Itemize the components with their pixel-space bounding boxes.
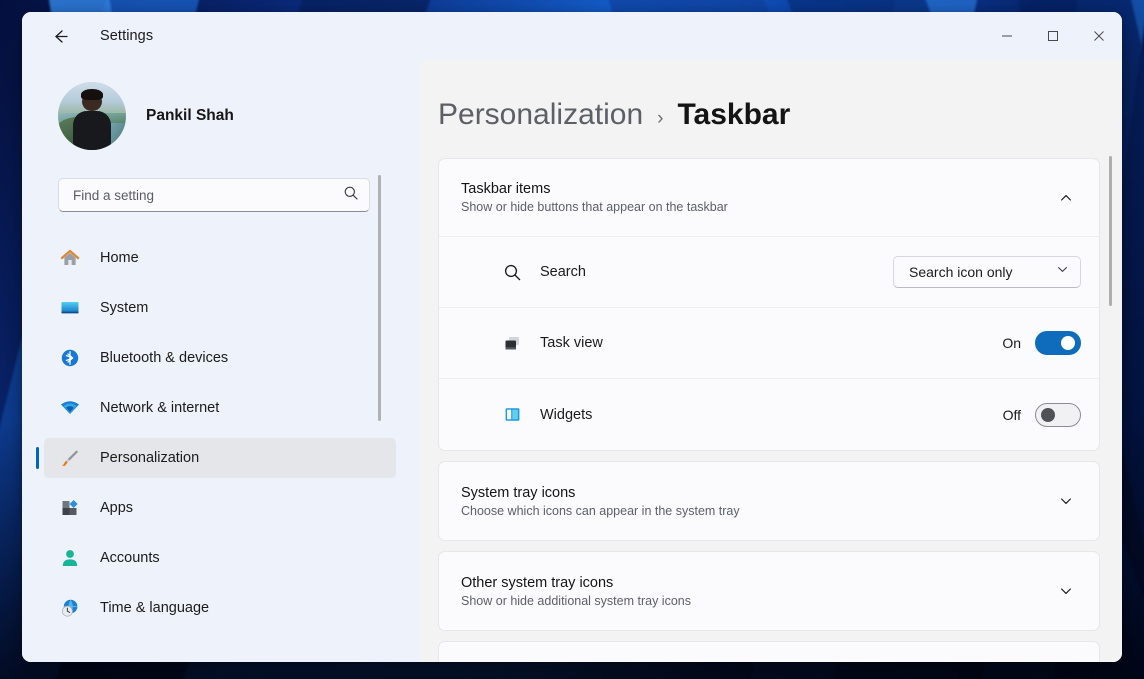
breadcrumb-parent[interactable]: Personalization [438, 98, 643, 132]
chevron-down-icon [1056, 263, 1069, 281]
card-taskbar-behaviors: Taskbar behaviors [438, 641, 1100, 662]
card-taskbar-items: Taskbar items Show or hide buttons that … [438, 158, 1100, 451]
account-name: Pankil Shah [146, 107, 234, 124]
setting-row-search: Search Search icon only [439, 237, 1099, 308]
card-title: Other system tray icons [461, 574, 614, 591]
wifi-icon [58, 396, 82, 420]
system-monitor-icon [58, 296, 82, 320]
widgets-toggle[interactable] [1035, 402, 1081, 427]
search-icon [343, 185, 359, 206]
sidebar-item-home[interactable]: Home [44, 238, 396, 278]
sidebar-item-label: Network & internet [100, 400, 220, 416]
sidebar-item-accounts[interactable]: Accounts [44, 538, 396, 578]
bluetooth-icon [58, 346, 82, 370]
maximize-icon[interactable] [1030, 12, 1076, 60]
sidebar-scrollbar[interactable] [378, 175, 381, 421]
sidebar-item-apps[interactable]: Apps [44, 488, 396, 528]
minimize-icon[interactable] [984, 12, 1030, 60]
avatar [58, 82, 126, 150]
account-block[interactable]: Pankil Shah [22, 60, 420, 172]
sidebar-nav: Home System Bluetooth & devices Network … [22, 238, 420, 662]
card-header-other-system-tray-icons[interactable]: Other system tray icons Show or hide add… [439, 552, 1099, 630]
setting-row-widgets: Widgets Off [439, 379, 1099, 450]
sidebar-item-time-language[interactable]: Time & language [44, 588, 396, 628]
sidebar-item-bluetooth[interactable]: Bluetooth & devices [44, 338, 396, 378]
close-icon[interactable] [1076, 12, 1122, 60]
window-title: Settings [100, 28, 154, 44]
settings-cards: Taskbar items Show or hide buttons that … [438, 158, 1100, 662]
main-content: Personalization › Taskbar Taskbar items … [420, 60, 1122, 662]
chevron-down-icon[interactable] [1051, 576, 1081, 606]
page-title: Taskbar [677, 98, 791, 131]
card-title: Taskbar items [461, 181, 551, 197]
card-other-system-tray-icons: Other system tray icons Show or hide add… [438, 551, 1100, 631]
dropdown-value: Search icon only [909, 264, 1013, 280]
search-mode-dropdown[interactable]: Search icon only [893, 256, 1081, 288]
sidebar-item-label: Personalization [100, 450, 200, 466]
search-icon [501, 261, 523, 283]
sidebar: Pankil Shah Find a setting Home System B… [22, 60, 420, 662]
card-subtitle: Choose which icons can appear in the sys… [461, 503, 740, 518]
task-view-icon [501, 332, 523, 354]
card-title: System tray icons [461, 484, 576, 501]
search-input[interactable] [73, 187, 343, 203]
sidebar-item-label: Home [100, 250, 139, 266]
chevron-up-icon[interactable] [1051, 183, 1081, 213]
chevron-right-icon: › [657, 108, 664, 129]
card-header-taskbar-items[interactable]: Taskbar items Show or hide buttons that … [439, 159, 1099, 237]
sidebar-item-label: Apps [100, 500, 134, 516]
account-person-icon [58, 546, 82, 570]
sidebar-item-system[interactable]: System [44, 288, 396, 328]
setting-label: Search [540, 264, 586, 280]
setting-label: Task view [540, 335, 603, 351]
card-subtitle: Show or hide buttons that appear on the … [461, 200, 728, 214]
apps-icon [58, 496, 82, 520]
home-icon [58, 246, 82, 270]
card-header-taskbar-behaviors[interactable]: Taskbar behaviors [439, 642, 1099, 662]
title-bar: Settings [22, 12, 1122, 60]
main-scrollbar[interactable] [1109, 156, 1112, 306]
toggle-state-label: On [1002, 335, 1021, 351]
sidebar-item-network[interactable]: Network & internet [44, 388, 396, 428]
sidebar-item-label: Accounts [100, 550, 160, 566]
task-view-toggle[interactable] [1035, 331, 1081, 355]
card-system-tray-icons: System tray icons Choose which icons can… [438, 461, 1100, 541]
window-controls [984, 12, 1122, 60]
clock-globe-icon [58, 596, 82, 620]
card-subtitle: Show or hide additional system tray icon… [461, 593, 691, 608]
search-box[interactable] [58, 178, 370, 212]
breadcrumb: Personalization › Taskbar [438, 60, 1122, 132]
sidebar-item-label: Time & language [100, 600, 210, 616]
toggle-state-label: Off [1002, 406, 1021, 423]
sidebar-item-label: Bluetooth & devices [100, 350, 229, 366]
sidebar-item-personalization[interactable]: Personalization [36, 438, 396, 478]
widgets-icon [501, 404, 523, 426]
back-arrow-icon[interactable] [42, 18, 78, 54]
paintbrush-icon [58, 446, 82, 470]
setting-label: Widgets [540, 406, 593, 423]
window-body: Pankil Shah Find a setting Home System B… [22, 60, 1122, 662]
sidebar-item-label: System [100, 300, 149, 316]
settings-window: Settings Pankil Shah Find a setting Home… [22, 12, 1122, 662]
chevron-down-icon[interactable] [1051, 486, 1081, 516]
setting-row-task-view: Task view On [439, 308, 1099, 379]
card-header-system-tray-icons[interactable]: System tray icons Choose which icons can… [439, 462, 1099, 540]
desktop-wallpaper: Settings Pankil Shah Find a setting Home… [0, 0, 1144, 679]
